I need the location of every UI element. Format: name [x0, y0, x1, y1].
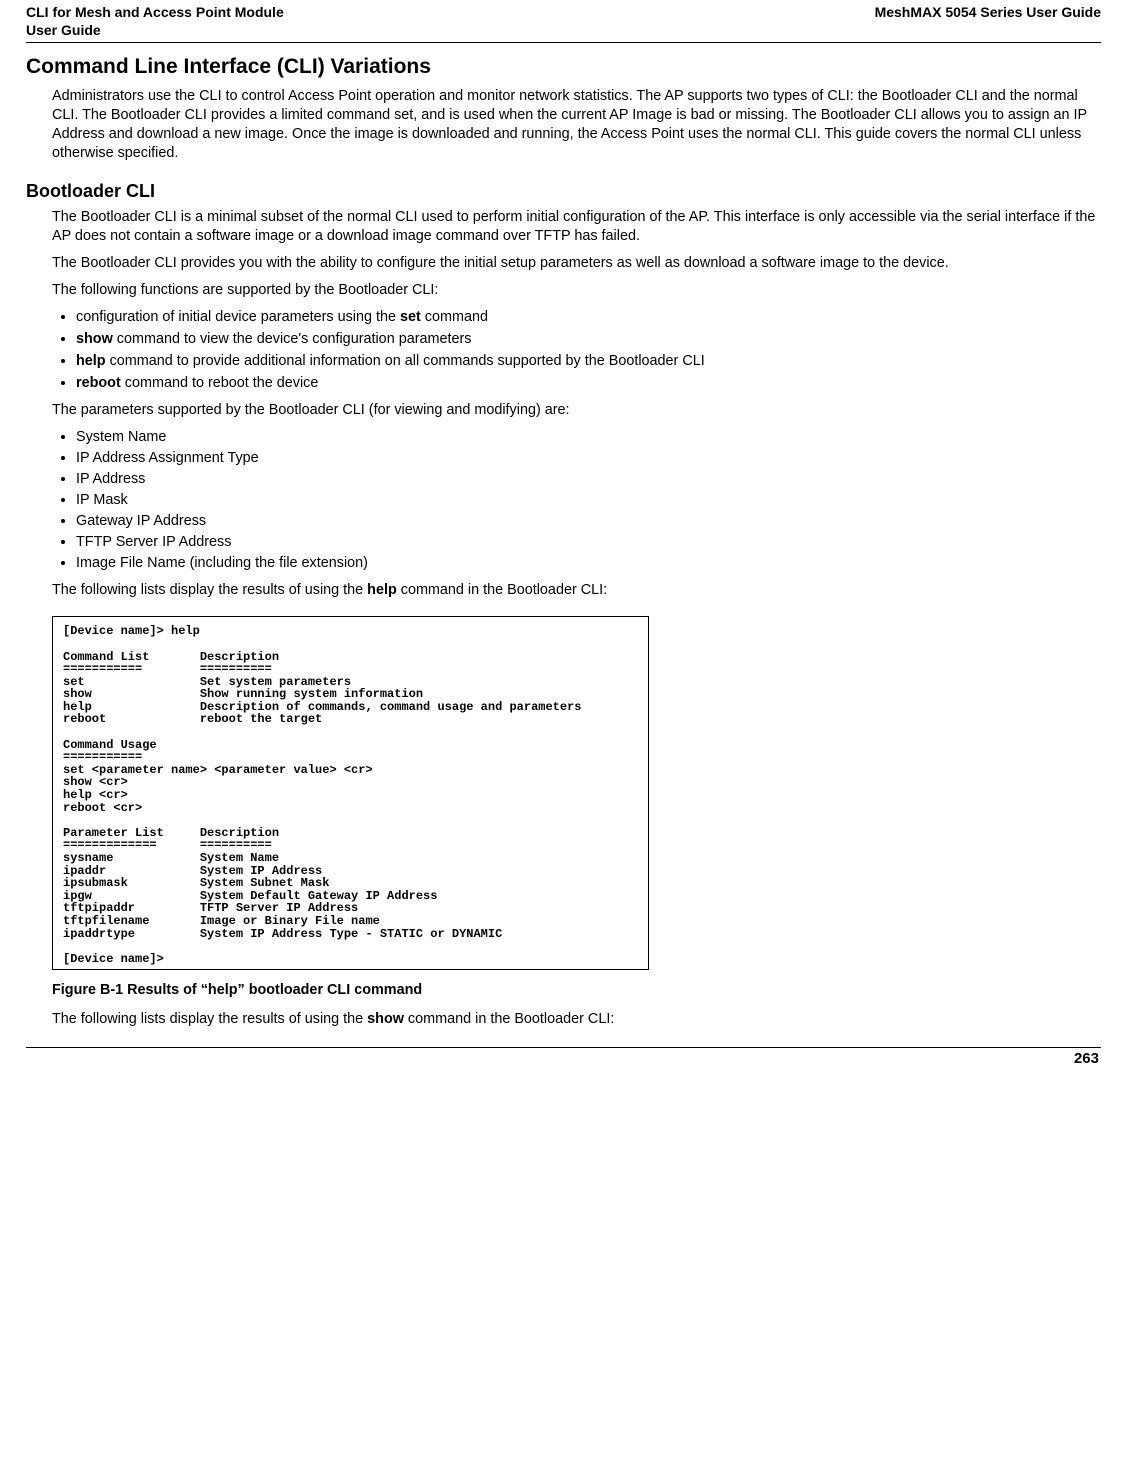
footer-rule — [26, 1047, 1101, 1048]
console-output: [Device name]> help Command List Descrip… — [63, 625, 638, 965]
show-intro: The following lists display the results … — [26, 1010, 1101, 1029]
bold-text: set — [400, 309, 421, 325]
text: configuration of initial device paramete… — [76, 309, 400, 325]
list-item: Gateway IP Address — [76, 512, 1101, 531]
bold-text: help — [367, 582, 397, 598]
text: command in the Bootloader CLI: — [404, 1011, 614, 1027]
bootloader-p1: The Bootloader CLI is a minimal subset o… — [26, 208, 1101, 246]
header-left-line2: User Guide — [26, 22, 1101, 42]
text: The following lists display the results … — [52, 1011, 367, 1027]
list-item: IP Address — [76, 470, 1101, 489]
parameters-list: System Name IP Address Assignment Type I… — [26, 428, 1101, 573]
list-item: IP Address Assignment Type — [76, 449, 1101, 468]
text: command to view the device's configurati… — [113, 331, 472, 347]
list-item: Image File Name (including the file exte… — [76, 554, 1101, 573]
figure-caption: Figure B-1 Results of “help” bootloader … — [52, 982, 1101, 998]
list-item: TFTP Server IP Address — [76, 533, 1101, 552]
page-number: 263 — [26, 1050, 1101, 1073]
functions-list: configuration of initial device paramete… — [26, 308, 1101, 393]
bootloader-p3: The following functions are supported by… — [26, 281, 1101, 300]
heading-cli-variations: Command Line Interface (CLI) Variations — [26, 55, 1101, 79]
intro-paragraph: Administrators use the CLI to control Ac… — [26, 87, 1101, 163]
bootloader-p4: The parameters supported by the Bootload… — [26, 401, 1101, 420]
heading-bootloader-cli: Bootloader CLI — [26, 181, 1101, 202]
text: command to reboot the device — [121, 375, 319, 391]
help-intro: The following lists display the results … — [26, 581, 1101, 600]
list-item: show command to view the device's config… — [76, 330, 1101, 349]
list-item: reboot command to reboot the device — [76, 374, 1101, 393]
list-item: configuration of initial device paramete… — [76, 308, 1101, 327]
text: command — [421, 309, 488, 325]
bold-text: show — [76, 331, 113, 347]
list-item: System Name — [76, 428, 1101, 447]
text: command to provide additional informatio… — [106, 353, 705, 369]
bold-text: help — [76, 353, 106, 369]
bootloader-p2: The Bootloader CLI provides you with the… — [26, 254, 1101, 273]
console-output-box: [Device name]> help Command List Descrip… — [52, 616, 649, 970]
text: command in the Bootloader CLI: — [397, 582, 607, 598]
header-rule — [26, 42, 1101, 43]
text: The following lists display the results … — [52, 582, 367, 598]
list-item: IP Mask — [76, 491, 1101, 510]
header-right: MeshMAX 5054 Series User Guide — [875, 4, 1101, 20]
list-item: help command to provide additional infor… — [76, 352, 1101, 371]
bold-text: show — [367, 1011, 404, 1027]
bold-text: reboot — [76, 375, 121, 391]
header-left-line1: CLI for Mesh and Access Point Module — [26, 4, 284, 20]
